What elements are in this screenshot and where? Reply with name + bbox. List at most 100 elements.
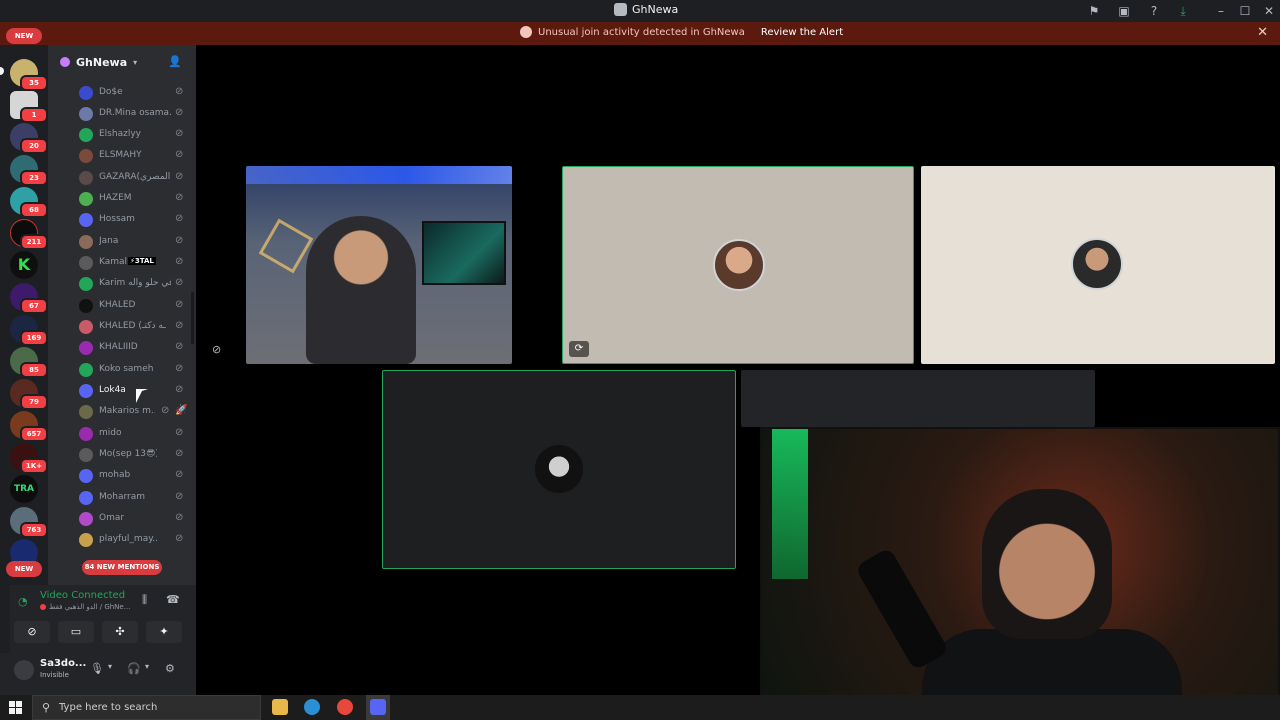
server-icon-tra[interactable]: TRA bbox=[10, 475, 38, 503]
participant-tile-speaking[interactable]: ⟳ bbox=[562, 166, 914, 364]
voice-member[interactable]: Mo(sep 13😎) ⊘ bbox=[48, 445, 196, 466]
soundboard-button[interactable]: ✦ bbox=[146, 621, 182, 643]
share-screen-button[interactable]: ▭ bbox=[58, 621, 94, 643]
voice-member[interactable]: GAZARA(المصري) ⊘ bbox=[48, 168, 196, 189]
guild-header[interactable]: GhNewa ▾ 👤 bbox=[48, 45, 196, 79]
discord-taskbar-icon[interactable] bbox=[370, 699, 386, 715]
taskbar-search[interactable]: ⚲ Type here to search bbox=[32, 695, 261, 720]
chevron-down-icon[interactable]: ▾ bbox=[145, 662, 149, 671]
deafened-icon: ⊘ bbox=[175, 491, 184, 502]
deafened-icon: ⊘ bbox=[175, 448, 184, 459]
led-strip-image bbox=[246, 166, 512, 184]
chrome-browser-icon[interactable] bbox=[337, 699, 353, 715]
avatar bbox=[79, 192, 93, 206]
close-alert-icon[interactable]: ✕ bbox=[1257, 25, 1268, 40]
deafened-icon: ⊘ bbox=[175, 341, 184, 352]
participant-tile[interactable] bbox=[741, 370, 1095, 427]
activities-button[interactable]: ✣ bbox=[102, 621, 138, 643]
avatar bbox=[1071, 238, 1123, 290]
participant-tile-speaking[interactable] bbox=[382, 370, 736, 569]
voice-member[interactable]: Jana ⊘ bbox=[48, 232, 196, 253]
voice-member[interactable]: KHALIIID ⊘ bbox=[48, 338, 196, 359]
avatar bbox=[79, 405, 93, 419]
member-name: DR.Mina osama... bbox=[99, 108, 171, 118]
windows-start-icon[interactable] bbox=[9, 701, 22, 714]
voice-member[interactable]: DR.Mina osama... ⊘ bbox=[48, 104, 196, 125]
wall-tv-image bbox=[422, 221, 506, 285]
member-name: Hossam bbox=[99, 214, 135, 224]
deafened-icon: ⊘ bbox=[175, 277, 184, 288]
new-unreads-pill-top[interactable]: NEW bbox=[6, 28, 42, 44]
voice-member[interactable]: Do$e ⊘ bbox=[48, 83, 196, 104]
microphone-icon[interactable]: 🎙 bbox=[90, 662, 104, 675]
streaming-icon: 🚀 bbox=[175, 405, 188, 416]
deafened-icon: ⊘ bbox=[161, 405, 170, 416]
avatar bbox=[79, 512, 93, 526]
member-name: HAZEM bbox=[99, 193, 132, 203]
help-icon[interactable]: ? bbox=[1146, 3, 1162, 19]
deafened-icon: ⊘ bbox=[175, 107, 184, 118]
deafened-icon: ⊘ bbox=[175, 363, 184, 374]
maximize-icon[interactable]: ☐ bbox=[1237, 3, 1253, 19]
avatar[interactable] bbox=[14, 660, 34, 680]
download-icon[interactable]: ⤓ bbox=[1175, 3, 1191, 19]
voice-member[interactable]: Omar ⊘ bbox=[48, 509, 196, 530]
participant-video-tile[interactable] bbox=[246, 166, 512, 364]
voice-member[interactable]: Elshazlyy ⊘ bbox=[48, 125, 196, 146]
member-name: Makarios m... bbox=[99, 406, 155, 416]
settings-gear-icon[interactable]: ⚙ bbox=[165, 662, 175, 675]
avatar bbox=[79, 277, 93, 291]
voice-member[interactable]: Karim في حلو واله ⊘ bbox=[48, 274, 196, 295]
voice-member[interactable]: KHALED ⊘ bbox=[48, 296, 196, 317]
voice-member[interactable]: ELSMAHY ⊘ bbox=[48, 146, 196, 167]
voice-member[interactable]: mohab ⊘ bbox=[48, 466, 196, 487]
voice-member[interactable]: Hossam ⊘ bbox=[48, 210, 196, 231]
noise-suppression-icon[interactable]: ⫼ bbox=[142, 593, 147, 607]
flag-icon[interactable]: ⚑ bbox=[1086, 3, 1102, 19]
new-unreads-pill-bottom[interactable]: NEW bbox=[6, 561, 42, 577]
deafened-icon: ⊘ bbox=[175, 235, 184, 246]
voice-member[interactable]: KHALED (ـه دكتـ ⊘ bbox=[48, 317, 196, 338]
inbox-icon[interactable]: ▣ bbox=[1116, 3, 1132, 19]
voice-status[interactable]: Video Connected bbox=[40, 590, 125, 601]
member-name: KHALED (ـه دكتـ bbox=[99, 321, 166, 331]
server-badge: 85 bbox=[20, 362, 48, 378]
server-badge: 79 bbox=[20, 394, 48, 410]
new-mentions-pill[interactable]: 84 NEW MENTIONS bbox=[82, 560, 162, 575]
voice-member[interactable]: Makarios m... ⊘ 🚀 bbox=[48, 402, 196, 423]
camera-off-button[interactable]: ⊘ bbox=[14, 621, 50, 643]
server-badge: 657 bbox=[20, 426, 48, 442]
voice-member[interactable]: Moharram ⊘ bbox=[48, 488, 196, 509]
voice-member[interactable]: playful_may... ⊘ bbox=[48, 530, 196, 551]
member-name: Jana bbox=[99, 236, 119, 246]
avatar bbox=[79, 448, 93, 462]
file-explorer-icon[interactable] bbox=[272, 699, 288, 715]
voice-member[interactable]: HAZEM ⊘ bbox=[48, 189, 196, 210]
headphones-icon[interactable]: 🎧 bbox=[127, 662, 141, 675]
deafened-icon: ⊘ bbox=[175, 533, 184, 544]
stream-preview-icon[interactable]: ⟳ bbox=[569, 341, 589, 357]
disconnect-icon[interactable]: ☎ bbox=[166, 593, 180, 606]
close-window-icon[interactable]: ✕ bbox=[1261, 3, 1277, 19]
avatar bbox=[79, 128, 93, 142]
participant-tile[interactable] bbox=[921, 166, 1275, 364]
voice-member[interactable]: mido ⊘ bbox=[48, 424, 196, 445]
member-name: Do$e bbox=[99, 87, 123, 97]
server-badge: 1 bbox=[20, 107, 48, 123]
member-name: GAZARA(المصري) bbox=[99, 172, 171, 182]
voice-channel-info[interactable]: الدو الذهبي فقط / GhNe... bbox=[40, 603, 130, 611]
camera-off-icon: ⊘ bbox=[212, 343, 222, 356]
avatar bbox=[79, 299, 93, 313]
review-alert-link[interactable]: Review the Alert bbox=[761, 27, 843, 38]
chevron-down-icon[interactable]: ▾ bbox=[108, 662, 112, 671]
invite-people-icon[interactable]: 👤 bbox=[168, 55, 182, 68]
avatar bbox=[713, 239, 765, 291]
server-icon-k[interactable]: K bbox=[10, 251, 38, 279]
voice-member[interactable]: Koko sameh ⊘ bbox=[48, 360, 196, 381]
minimize-icon[interactable]: – bbox=[1213, 3, 1229, 19]
server-badge: 68 bbox=[20, 202, 48, 218]
member-list-scrollbar[interactable] bbox=[191, 292, 194, 344]
voice-member[interactable]: Kamal ⚡3TAL ⊘ bbox=[48, 253, 196, 274]
edge-browser-icon[interactable] bbox=[304, 699, 320, 715]
voice-member[interactable]: Lok4a ⊘ bbox=[48, 381, 196, 402]
